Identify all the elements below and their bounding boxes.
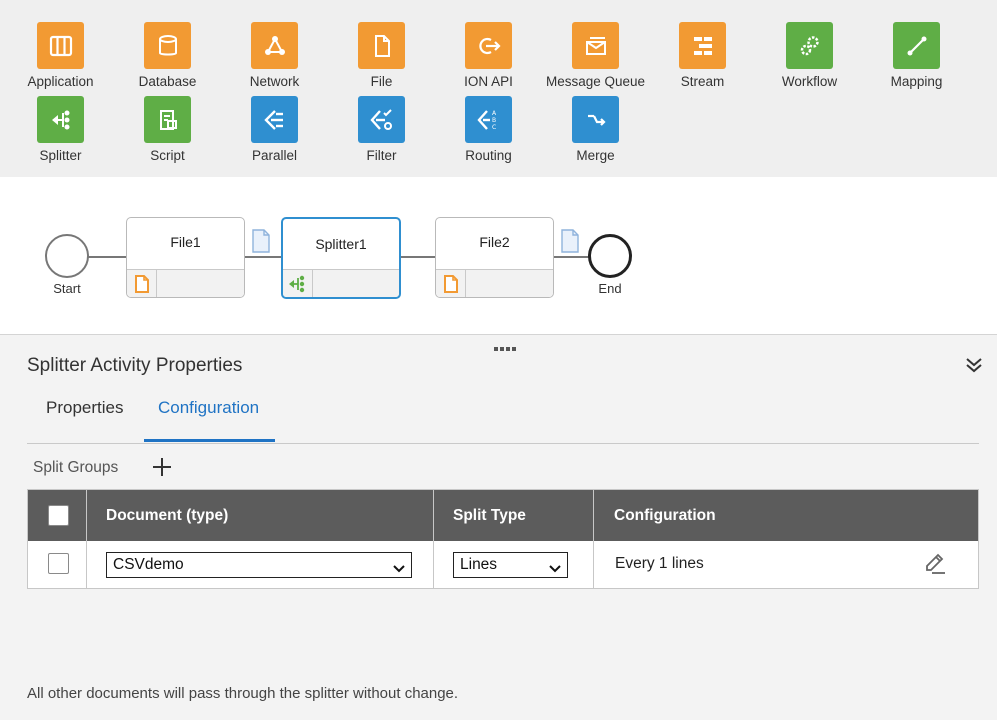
palette-item-routing[interactable]: ABC Routing: [435, 96, 542, 163]
activity-title: Splitter1: [315, 236, 367, 252]
ion-api-icon: [465, 22, 512, 69]
end-label: End: [598, 281, 622, 296]
split-type-select[interactable]: Lines: [453, 552, 568, 578]
configuration-value: Every 1 lines: [615, 555, 704, 572]
collapse-icon[interactable]: [964, 355, 984, 380]
panel-title: Splitter Activity Properties: [27, 355, 243, 376]
palette-item-application[interactable]: Application: [7, 22, 114, 89]
start-label: Start: [53, 281, 81, 296]
parallel-icon: [251, 96, 298, 143]
palette-label: Filter: [366, 148, 397, 163]
tab-properties[interactable]: Properties: [46, 398, 123, 418]
split-groups-label: Split Groups: [33, 459, 119, 476]
palette-label: Workflow: [781, 74, 838, 89]
selected-value: Lines: [460, 556, 498, 573]
palette-label: Network: [249, 74, 300, 89]
activity-title: File2: [479, 234, 510, 250]
file-icon: [127, 270, 157, 297]
palette-label: Parallel: [251, 148, 298, 163]
footer-note: All other documents will pass through th…: [27, 685, 459, 702]
palette-label: Splitter: [39, 148, 82, 163]
palette-label: Mapping: [890, 74, 943, 89]
script-icon: [144, 96, 191, 143]
document-icon[interactable]: [560, 229, 580, 258]
palette-item-database[interactable]: Database: [114, 22, 221, 89]
column-header: Document (type): [106, 507, 229, 524]
palette-label: Script: [150, 148, 185, 163]
palette-label: File: [370, 74, 393, 89]
active-tab-indicator: [144, 439, 275, 442]
palette-item-merge[interactable]: Merge: [542, 96, 649, 163]
activity-file2[interactable]: File2: [435, 217, 554, 298]
column-divider: [593, 490, 594, 588]
start-node[interactable]: [45, 234, 89, 278]
flow-canvas[interactable]: Start File1 Splitter1 File2 End: [0, 177, 997, 335]
mapping-icon: [893, 22, 940, 69]
row-checkbox[interactable]: [48, 553, 69, 574]
edit-icon[interactable]: [923, 551, 947, 580]
palette-label: Application: [27, 74, 94, 89]
svg-text:B: B: [492, 117, 496, 124]
workflow-icon: [786, 22, 833, 69]
file-icon: [358, 22, 405, 69]
palette-label: Message Queue: [545, 74, 646, 89]
splitter-icon: [283, 270, 313, 297]
stream-icon: [679, 22, 726, 69]
splitter-icon: [37, 96, 84, 143]
palette-item-network[interactable]: Network: [221, 22, 328, 89]
palette-label: Merge: [576, 148, 615, 163]
divider: [27, 443, 979, 444]
end-node[interactable]: [588, 234, 632, 278]
activity-splitter1[interactable]: Splitter1: [281, 217, 401, 299]
resize-handle[interactable]: [494, 338, 518, 356]
palette-item-stream[interactable]: Stream: [649, 22, 756, 89]
palette-item-ion-api[interactable]: ION API: [435, 22, 542, 89]
column-divider: [86, 490, 87, 588]
activity-file1[interactable]: File1: [126, 217, 245, 298]
selected-value: CSVdemo: [113, 556, 184, 573]
document-icon[interactable]: [251, 229, 271, 258]
column-divider: [433, 490, 434, 588]
filter-icon: [358, 96, 405, 143]
add-icon[interactable]: [151, 456, 173, 483]
merge-icon: [572, 96, 619, 143]
split-groups-table: Document (type) Split Type Configuration…: [27, 489, 979, 589]
activity-palette: Application Database Network File ION AP…: [0, 0, 997, 177]
svg-text:A: A: [492, 110, 497, 117]
network-icon: [251, 22, 298, 69]
palette-label: ION API: [464, 74, 513, 89]
palette-item-splitter[interactable]: Splitter: [7, 96, 114, 163]
message-queue-icon: [572, 22, 619, 69]
palette-item-workflow[interactable]: Workflow: [756, 22, 863, 89]
palette-item-mapping[interactable]: Mapping: [863, 22, 970, 89]
connector: [88, 256, 127, 258]
table-header: Document (type) Split Type Configuration: [28, 490, 978, 541]
palette-label: Routing: [465, 148, 512, 163]
tab-configuration[interactable]: Configuration: [158, 398, 259, 418]
palette-label: Database: [138, 74, 197, 89]
document-type-select[interactable]: CSVdemo: [106, 552, 412, 578]
connector: [400, 256, 436, 258]
chevron-down-icon: [393, 559, 405, 583]
chevron-down-icon: [549, 559, 561, 583]
palette-label: Stream: [680, 74, 725, 89]
column-header: Configuration: [614, 507, 716, 524]
palette-item-file[interactable]: File: [328, 22, 435, 89]
application-icon: [37, 22, 84, 69]
database-icon: [144, 22, 191, 69]
palette-item-filter[interactable]: Filter: [328, 96, 435, 163]
column-header: Split Type: [453, 507, 526, 524]
routing-icon: ABC: [465, 96, 512, 143]
select-all-checkbox[interactable]: [48, 505, 69, 526]
palette-item-message-queue[interactable]: Message Queue: [542, 22, 649, 89]
palette-item-script[interactable]: Script: [114, 96, 221, 163]
svg-text:C: C: [492, 124, 496, 131]
file-icon: [436, 270, 466, 297]
palette-item-parallel[interactable]: Parallel: [221, 96, 328, 163]
activity-title: File1: [170, 234, 201, 250]
